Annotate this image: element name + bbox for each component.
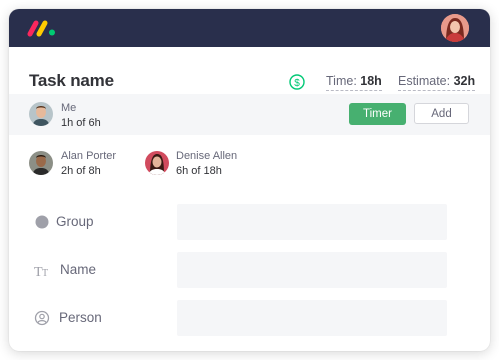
person-name-alan: Alan Porter <box>61 150 117 162</box>
my-name: Me <box>61 102 77 114</box>
my-hours: 1h of 6h <box>61 117 101 129</box>
group-input[interactable] <box>177 204 447 240</box>
svg-text:$: $ <box>294 78 300 89</box>
task-title[interactable]: Task name <box>29 71 114 91</box>
person-icon <box>34 310 50 326</box>
time-tracked[interactable]: Time: 18h <box>326 74 382 91</box>
my-avatar <box>29 102 53 126</box>
svg-text:T: T <box>42 268 48 279</box>
name-input[interactable] <box>177 252 447 288</box>
person-hours-denise: 6h of 18h <box>176 165 222 177</box>
person-field-row: Person <box>9 300 490 336</box>
monday-logo-icon[interactable] <box>27 18 57 38</box>
time-estimate[interactable]: Estimate: 32h <box>398 74 476 91</box>
group-circle-icon <box>35 215 49 229</box>
person-avatar-denise <box>145 151 169 175</box>
name-label: Name <box>60 262 97 277</box>
time-value: 18h <box>360 74 382 88</box>
timer-button[interactable]: Timer <box>349 103 406 125</box>
name-field-row: T T Name <box>9 252 490 288</box>
estimate-value: 32h <box>453 74 476 88</box>
task-card: Task name $ Time: 18h Estimate: 32h Me 1… <box>9 9 490 351</box>
text-type-icon: T T <box>34 265 48 279</box>
person-input[interactable] <box>177 300 447 336</box>
person-avatar-alan <box>29 151 53 175</box>
dollar-circle-icon[interactable]: $ <box>289 74 305 90</box>
top-bar <box>9 9 490 47</box>
user-avatar[interactable] <box>441 14 469 42</box>
my-time-row: Me 1h of 6h Timer Add <box>9 94 490 135</box>
person-name-denise: Denise Allen <box>176 150 238 162</box>
person-hours-alan: 2h of 8h <box>61 165 101 177</box>
group-field-row: Group <box>9 204 490 240</box>
person-label: Person <box>59 310 102 325</box>
group-label: Group <box>56 214 94 229</box>
add-time-button[interactable]: Add <box>414 103 469 124</box>
